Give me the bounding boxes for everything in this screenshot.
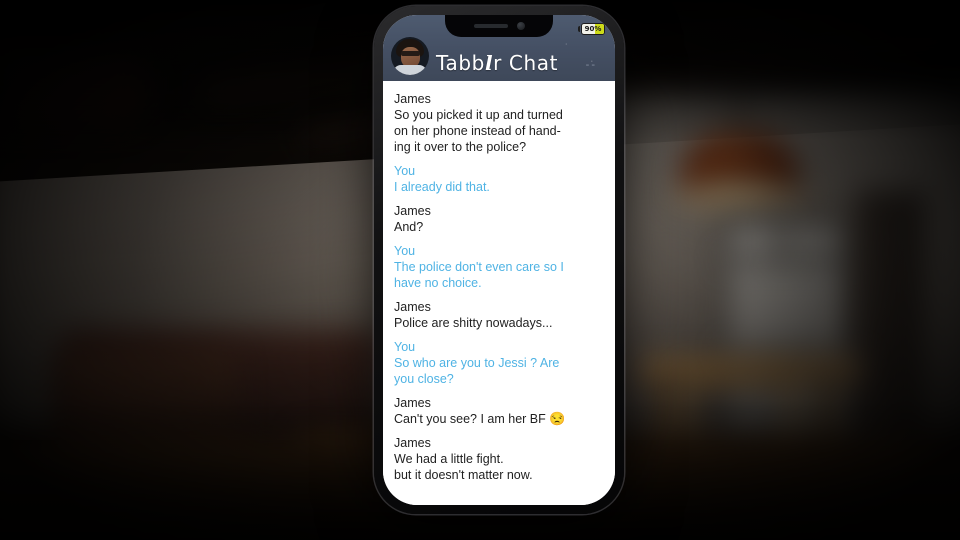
message-sender: James	[394, 436, 431, 450]
message-sender: You	[394, 164, 416, 178]
title-prefix: Tabb	[436, 51, 485, 75]
smartphone-mockup: Tabblr Chat -- 90% James So you picked it…	[374, 6, 624, 514]
message-text: The police don't even care so I have no …	[394, 260, 564, 290]
chat-message: James Can't you see? I am her BF 😒	[394, 395, 604, 427]
chat-message: James We had a little fight. but it doesn…	[394, 435, 604, 483]
header-decoration: --	[585, 59, 597, 71]
message-text: So you picked it up and turned on her ph…	[394, 108, 563, 154]
message-text: We had a little fight. but it doesn't ma…	[394, 452, 533, 482]
chat-message: You So who are you to Jessi ? Are you clo…	[394, 339, 604, 387]
front-camera-icon	[516, 22, 525, 30]
message-text: Police are shitty nowadays...	[394, 316, 553, 330]
avatar-sunglasses-icon	[401, 51, 420, 56]
chat-message: You I already did that.	[394, 163, 604, 195]
page-title: Tabblr Chat	[436, 51, 558, 75]
message-sender: James	[394, 204, 431, 218]
battery-icon: 90%	[578, 23, 605, 35]
message-list[interactable]: James So you picked it up and turned on h…	[383, 81, 615, 505]
message-text: I already did that.	[394, 180, 490, 194]
message-text: Can't you see? I am her BF 😒	[394, 411, 566, 426]
phone-notch	[445, 15, 553, 37]
message-sender: James	[394, 92, 431, 106]
chat-message: James So you picked it up and turned on h…	[394, 91, 604, 155]
phone-screen: Tabblr Chat -- 90% James So you picked it…	[383, 15, 615, 505]
battery-terminal	[578, 26, 580, 32]
battery-percentage-label: 90%	[584, 24, 602, 33]
message-sender: James	[394, 396, 431, 410]
avatar[interactable]	[391, 37, 429, 75]
earpiece-speaker-icon	[473, 24, 508, 28]
chat-message: You The police don't even care so I have …	[394, 243, 604, 291]
chat-message: James Police are shitty nowadays...	[394, 299, 604, 331]
message-sender: You	[394, 244, 416, 258]
message-sender: James	[394, 300, 431, 314]
message-text: And?	[394, 220, 424, 234]
title-script-letter: l	[484, 51, 494, 75]
message-text: So who are you to Jessi ? Are you close?	[394, 356, 560, 386]
chat-message: James And?	[394, 203, 604, 235]
title-suffix: r Chat	[493, 51, 559, 75]
battery-body: 90%	[581, 23, 605, 35]
unamused-face-emoji: 😒	[549, 411, 566, 426]
message-sender: You	[394, 340, 416, 354]
avatar-shirt	[393, 65, 427, 75]
